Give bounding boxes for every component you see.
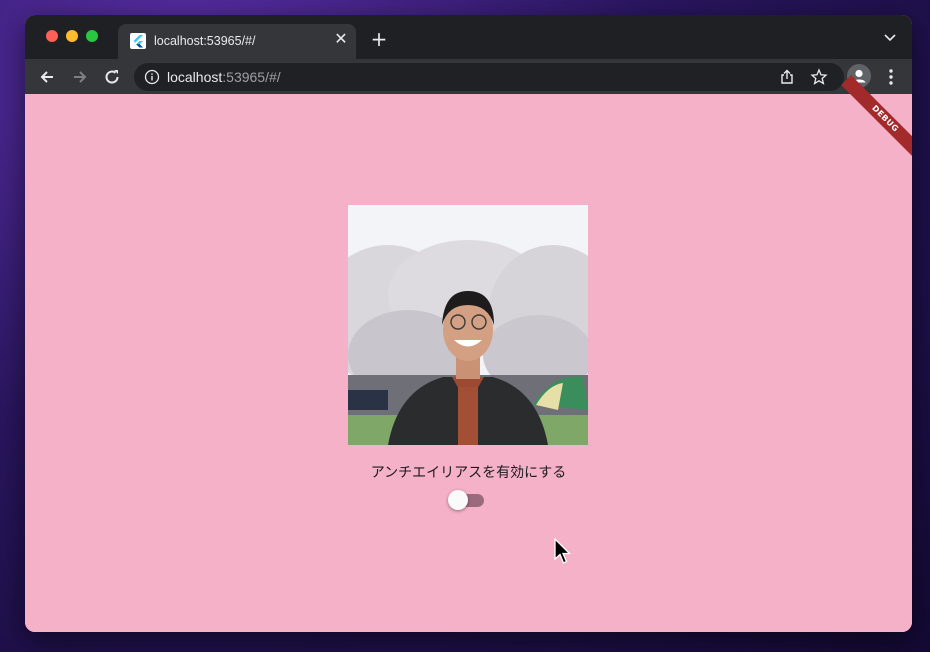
switch-thumb[interactable] bbox=[448, 490, 468, 510]
antialias-switch[interactable] bbox=[448, 490, 486, 510]
url-rest: :53965/#/ bbox=[222, 69, 281, 85]
browser-tab[interactable]: localhost:53965/#/ ✕ bbox=[118, 24, 356, 59]
share-icon[interactable] bbox=[778, 68, 796, 86]
browser-window: localhost:53965/#/ ✕ + localhost:53965/#… bbox=[25, 15, 912, 632]
window-minimize-button[interactable] bbox=[66, 30, 78, 42]
portrait-photo bbox=[348, 205, 588, 445]
browser-toolbar: localhost:53965/#/ bbox=[25, 59, 912, 94]
menu-icon[interactable] bbox=[883, 67, 899, 87]
info-icon[interactable] bbox=[144, 69, 160, 85]
back-icon[interactable] bbox=[37, 67, 57, 87]
window-close-button[interactable] bbox=[46, 30, 58, 42]
mouse-cursor-icon bbox=[554, 538, 572, 564]
plus-icon[interactable]: + bbox=[368, 28, 390, 50]
flutter-icon bbox=[130, 33, 146, 49]
tab-title: localhost:53965/#/ bbox=[154, 34, 256, 48]
close-icon[interactable]: ✕ bbox=[332, 30, 350, 48]
portrait-image bbox=[348, 205, 588, 445]
forward-icon[interactable] bbox=[70, 67, 90, 87]
bookmark-star-icon[interactable] bbox=[810, 68, 828, 86]
url-text: localhost:53965/#/ bbox=[167, 69, 281, 85]
tab-bar: localhost:53965/#/ ✕ + bbox=[25, 15, 912, 59]
chevron-down-icon[interactable] bbox=[882, 29, 898, 45]
reload-icon[interactable] bbox=[102, 67, 122, 87]
window-maximize-button[interactable] bbox=[86, 30, 98, 42]
antialias-label: アンチエイリアスを有効にする bbox=[370, 465, 567, 481]
url-host: localhost bbox=[167, 69, 223, 85]
app-canvas: DEBUG アンチエイリアスを有効にする bbox=[25, 75, 912, 632]
address-bar[interactable]: localhost:53965/#/ bbox=[134, 63, 844, 91]
